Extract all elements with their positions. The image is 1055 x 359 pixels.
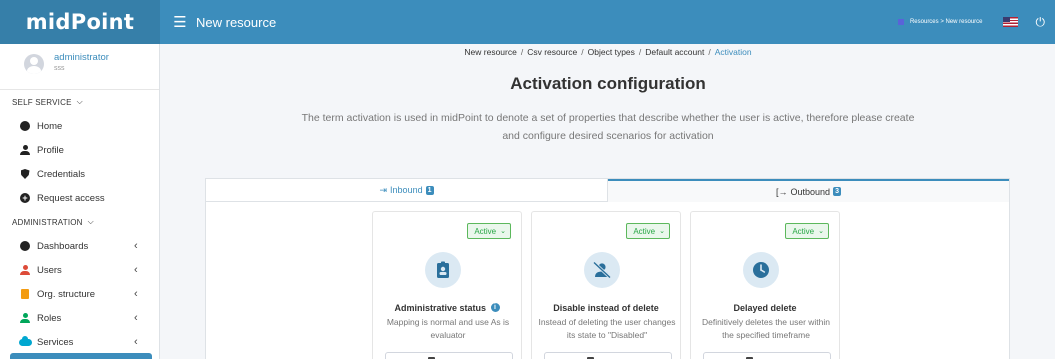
card-administrative-status[interactable]: Active ⌄ Administrative status i Mapping … <box>372 211 522 359</box>
breadcrumb-activation: Activation <box>714 47 752 57</box>
card-title: Administrative status i <box>373 303 521 313</box>
section-self-service[interactable]: SELF SERVICE ⌵ <box>0 90 159 114</box>
tab-inbound[interactable]: ⇥ Inbound 1 <box>206 179 608 202</box>
configure-button[interactable] <box>385 352 513 359</box>
card-description: Definitively deletes the user within the… <box>701 317 831 340</box>
cloud-icon <box>18 335 32 346</box>
sidebar-item-home[interactable]: Home <box>0 114 159 138</box>
status-select[interactable]: Active ⌄ <box>626 223 670 239</box>
breadcrumb: New resource / Csv resource / Object types / D… <box>464 47 752 57</box>
user-icon <box>18 265 32 275</box>
dashboard-icon <box>18 121 32 131</box>
plus-circle-icon: + <box>18 193 32 203</box>
tabs-panel: ⇥ Inbound 1 [→ Outbound 3 Active ⌄ Admin… <box>205 178 1010 359</box>
card-disable-instead-of-delete[interactable]: Active ⌄ Disable instead of delete Instea… <box>531 211 681 359</box>
chevron-down-icon: ⌄ <box>500 228 506 235</box>
sign-in-icon: ⇥ <box>379 184 388 195</box>
header-breadcrumb[interactable]: Resources > New resource <box>910 19 983 25</box>
chevron-down-icon: ⌄ <box>818 228 824 235</box>
chevron-left-icon: ‹ <box>134 240 138 252</box>
chevron-left-icon: ‹ <box>134 264 138 276</box>
sign-out-icon: [→ <box>776 186 788 197</box>
sidebar-item-profile[interactable]: Profile <box>0 138 159 162</box>
building-icon <box>18 289 32 299</box>
midpoint-logo[interactable]: midPoint <box>0 0 160 44</box>
page-title-header: New resource <box>196 14 277 30</box>
avatar <box>24 54 44 74</box>
page-description: The term activation is used in midPoint … <box>301 112 915 142</box>
card-title: Disable instead of delete <box>553 303 659 313</box>
breadcrumb-object-types[interactable]: Object types <box>588 47 635 57</box>
sidebar-item-dashboards[interactable]: Dashboards ‹ <box>0 234 159 258</box>
scenario-cards: Active ⌄ Administrative status i Mapping … <box>372 211 840 359</box>
sidebar-item-active[interactable] <box>10 353 152 359</box>
shield-icon <box>18 169 32 179</box>
roles-icon <box>18 313 32 323</box>
breadcrumb-csv-resource[interactable]: Csv resource <box>527 47 577 57</box>
chevron-left-icon: ‹ <box>134 312 138 324</box>
breadcrumb-default-account[interactable]: Default account <box>645 47 704 57</box>
main-content: New resource / Csv resource / Object types / D… <box>161 44 1055 359</box>
chevron-down-icon: ⌵ <box>76 97 83 106</box>
configure-button[interactable] <box>544 352 672 359</box>
user-subtitle: sss <box>54 65 65 72</box>
user-panel[interactable]: administrator sss <box>0 44 159 90</box>
us-flag-icon[interactable] <box>1002 17 1018 27</box>
card-description: Mapping is normal and use As is evaluato… <box>386 317 510 340</box>
section-administration[interactable]: ADMINISTRATION ⌵ <box>0 210 159 234</box>
dashboard-icon <box>18 241 32 251</box>
top-right-area: Resources > New resource ⏻ <box>897 0 1046 44</box>
chevron-left-icon: ‹ <box>134 336 138 348</box>
resource-icon <box>897 19 904 25</box>
outbound-count-badge: 3 <box>833 187 841 196</box>
top-navbar: midPoint ☰ New resource Resources > New … <box>0 0 1055 44</box>
info-icon[interactable]: i <box>490 303 500 312</box>
sidebar-item-services[interactable]: Services ‹ <box>0 330 159 354</box>
card-delayed-delete[interactable]: Active ⌄ Delayed delete Definitively dele… <box>690 211 840 359</box>
chevron-left-icon: ‹ <box>134 288 138 300</box>
sidebar-item-credentials[interactable]: Credentials <box>0 162 159 186</box>
clock-icon <box>743 252 779 288</box>
user-slash-icon <box>584 252 620 288</box>
breadcrumb-new-resource[interactable]: New resource <box>464 47 516 57</box>
inbound-count-badge: 1 <box>425 185 434 195</box>
status-select[interactable]: Active ⌄ <box>785 223 829 239</box>
tab-bar: ⇥ Inbound 1 [→ Outbound 3 <box>206 179 1009 202</box>
card-title: Delayed delete <box>733 303 797 313</box>
sidebar-item-users[interactable]: Users ‹ <box>0 258 159 282</box>
sidebar-item-roles[interactable]: Roles ‹ <box>0 306 159 330</box>
menu-toggle-icon[interactable]: ☰ <box>172 13 188 31</box>
chevron-down-icon: ⌵ <box>87 217 94 226</box>
sidebar: administrator sss SELF SERVICE ⌵ Home Pro… <box>0 44 160 359</box>
power-icon[interactable]: ⏻ <box>1036 15 1046 30</box>
status-select[interactable]: Active ⌄ <box>467 223 511 239</box>
sidebar-item-org-structure[interactable]: Org. structure ‹ <box>0 282 159 306</box>
configure-button[interactable] <box>703 352 831 359</box>
chevron-down-icon: ⌄ <box>659 228 665 235</box>
page-title: Activation configuration <box>510 74 706 93</box>
user-icon <box>18 145 32 155</box>
id-badge-icon <box>425 252 461 288</box>
card-description: Instead of deleting the user changes its… <box>538 317 676 340</box>
sidebar-item-request-access[interactable]: + Request access <box>0 186 159 210</box>
tab-outbound[interactable]: [→ Outbound 3 <box>608 179 1009 202</box>
user-name[interactable]: administrator <box>54 52 109 64</box>
